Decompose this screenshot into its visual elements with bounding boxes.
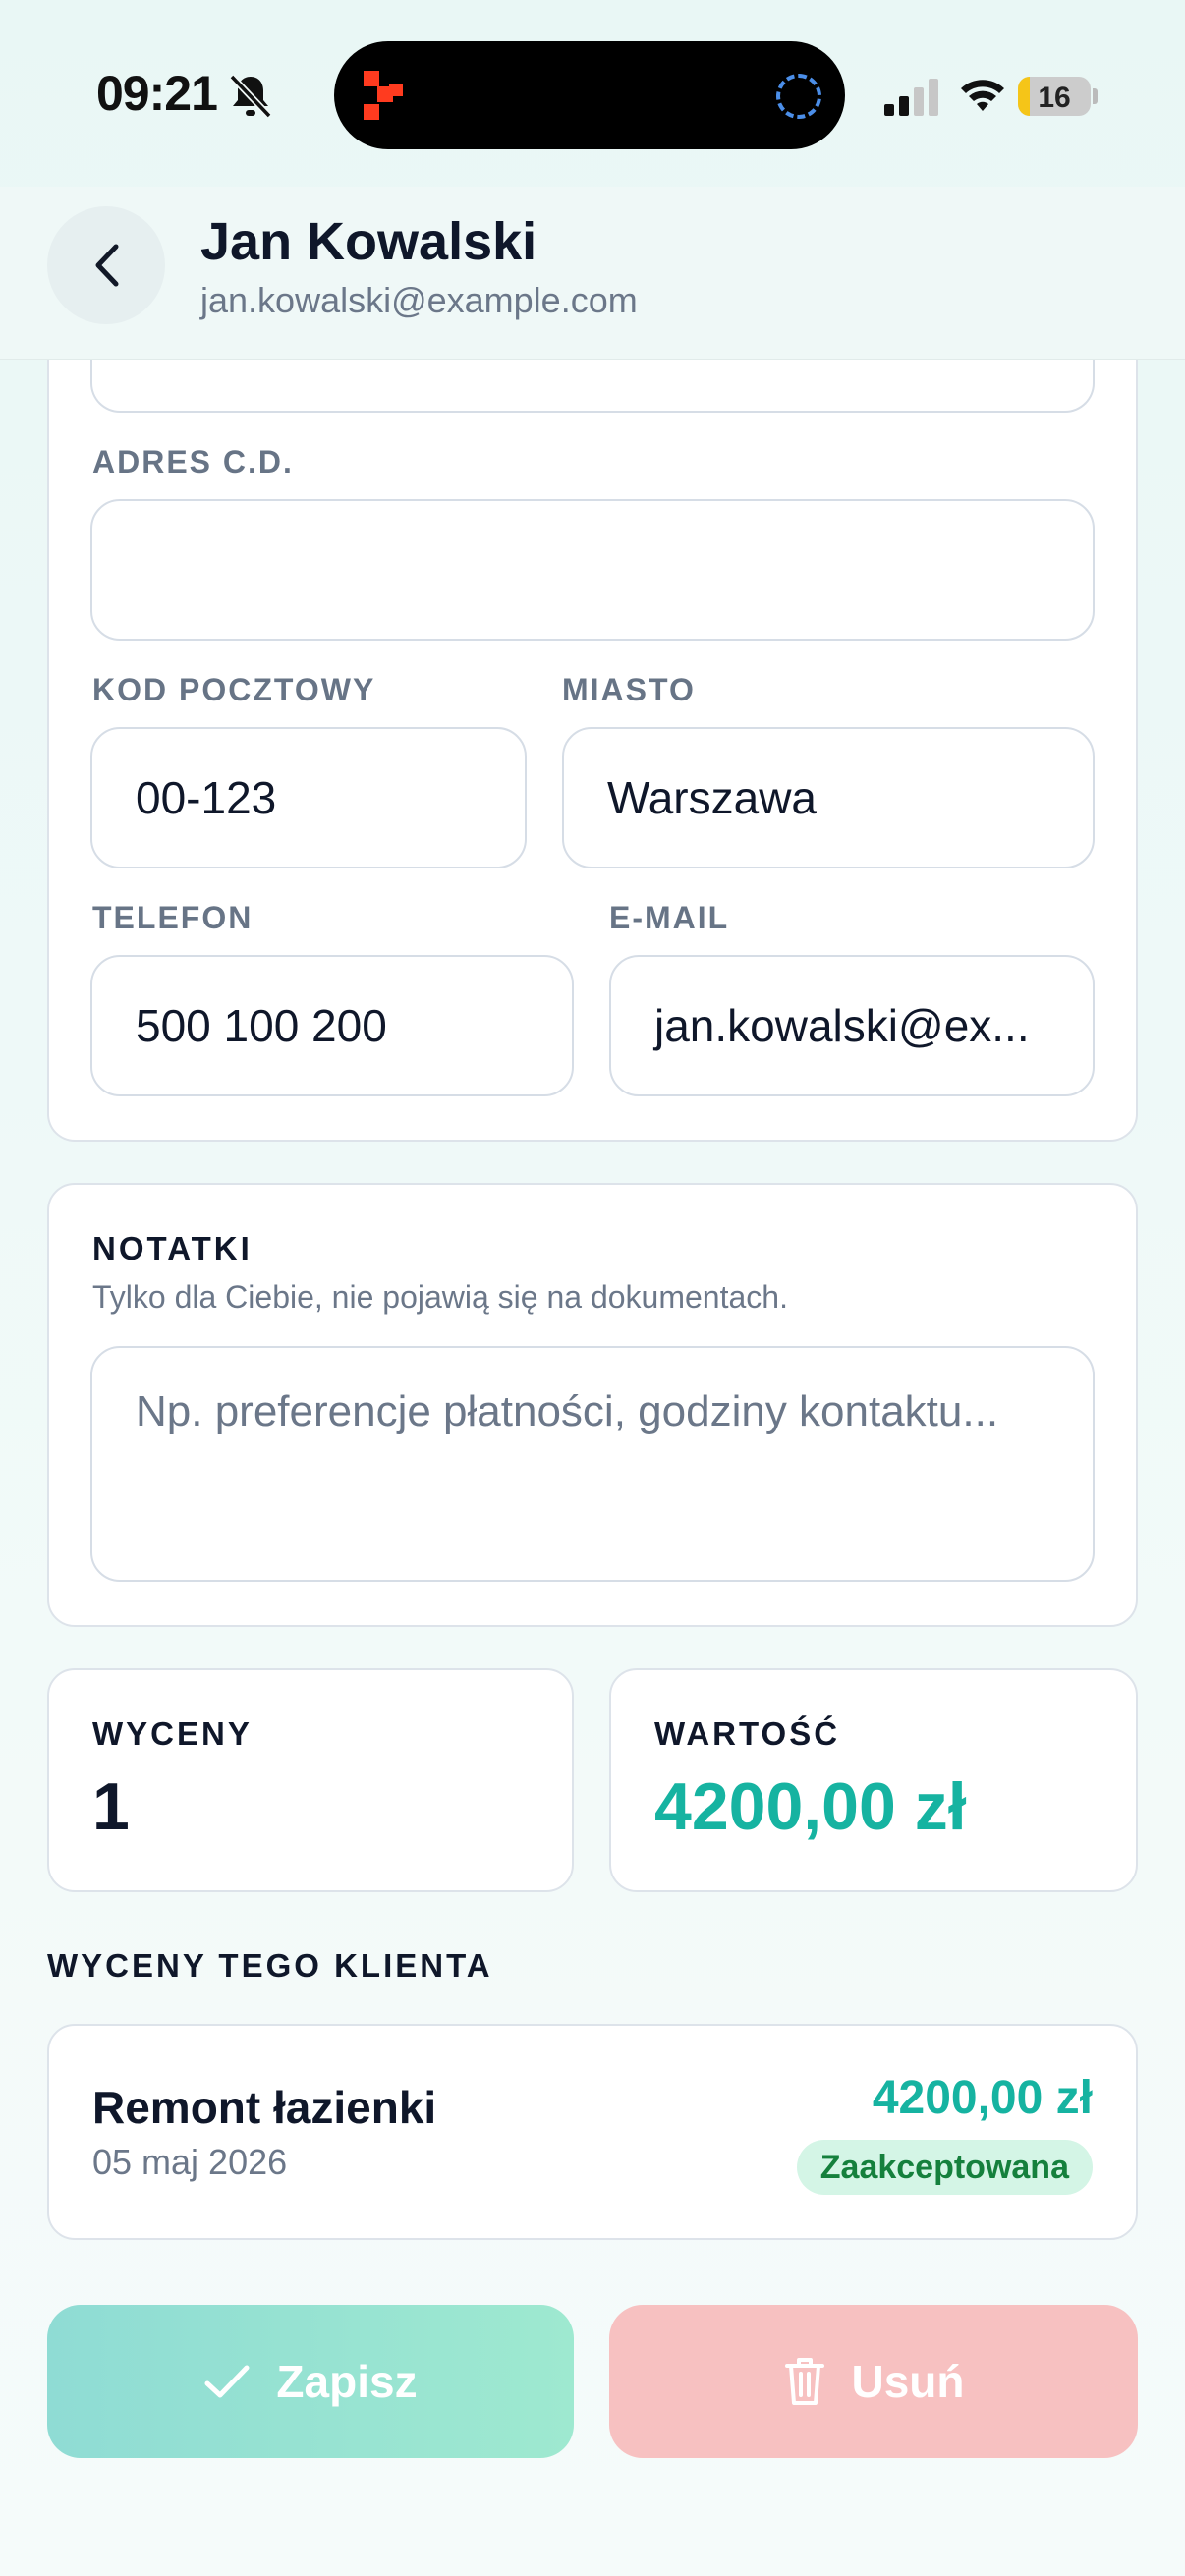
quotes-count-value: 1: [92, 1769, 130, 1844]
checkmark-icon: [204, 2365, 250, 2398]
city-input[interactable]: Warszawa: [562, 727, 1095, 868]
address2-label: ADRES C.D.: [92, 444, 294, 479]
notes-placeholder: Np. preferencje płatności, godziny konta…: [136, 1387, 999, 1435]
quote-name: Remont łazienki: [92, 2082, 437, 2133]
wifi-icon: [961, 80, 1004, 111]
city-label: MIASTO: [562, 672, 696, 707]
quote-status-badge: Zaakceptowana: [796, 2140, 1093, 2195]
dynamic-island: [334, 41, 845, 149]
save-button-label: Zapisz: [276, 2356, 418, 2407]
client-quotes-title: WYCENY TEGO KLIENTA: [47, 1947, 493, 1984]
total-value-amount: 4200,00 zł: [654, 1769, 967, 1844]
quotes-count-label: WYCENY: [92, 1715, 253, 1752]
notes-subtitle: Tylko dla Ciebie, nie pojawią się na dok…: [92, 1279, 788, 1315]
activity-spinner-icon: [776, 74, 821, 119]
back-button[interactable]: [47, 206, 165, 324]
bell-muted-icon: [229, 74, 272, 119]
delete-button[interactable]: Usuń: [609, 2305, 1138, 2458]
battery-level-text: 16: [1038, 82, 1071, 114]
client-name: Jan Kowalski: [200, 212, 537, 271]
address2-input[interactable]: [90, 499, 1095, 641]
client-email: jan.kowalski@example.com: [200, 280, 638, 320]
battery-indicator: 16: [1018, 77, 1091, 116]
save-button[interactable]: Zapisz: [47, 2305, 574, 2458]
email-label: E-MAIL: [609, 900, 730, 935]
quote-date: 05 maj 2026: [92, 2142, 288, 2182]
battery-cap: [1093, 88, 1098, 104]
delete-button-label: Usuń: [851, 2356, 965, 2407]
phone-input[interactable]: 500 100 200: [90, 955, 574, 1096]
app-logo-icon: [364, 71, 403, 120]
cellular-signal-icon: [884, 79, 938, 116]
total-value-label: WARTOŚĆ: [654, 1715, 841, 1752]
phone-label: TELEFON: [92, 900, 254, 935]
quote-amount: 4200,00 zł: [872, 2072, 1093, 2124]
status-time: 09:21: [96, 66, 218, 121]
trash-icon: [784, 2358, 824, 2405]
app-header: [0, 187, 1185, 360]
postal-code-label: KOD POCZTOWY: [92, 672, 376, 707]
chevron-left-icon: [95, 244, 119, 287]
notes-title: NOTATKI: [92, 1230, 253, 1266]
postal-code-input[interactable]: 00-123: [90, 727, 527, 868]
email-input[interactable]: jan.kowalski@ex...: [609, 955, 1095, 1096]
notes-textarea[interactable]: Np. preferencje płatności, godziny konta…: [90, 1346, 1095, 1582]
